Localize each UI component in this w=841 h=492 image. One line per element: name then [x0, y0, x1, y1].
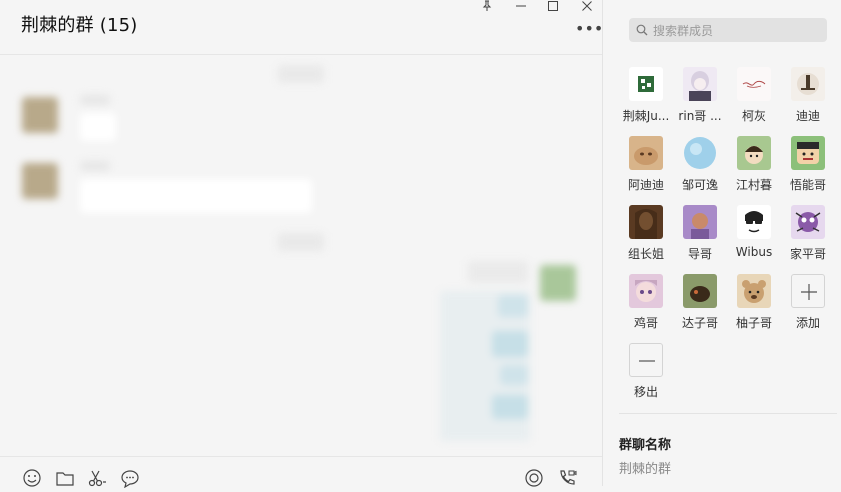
member-item[interactable]: 邹可逸: [673, 136, 727, 200]
message-list: [0, 55, 602, 455]
member-name: 达子哥: [681, 316, 718, 330]
member-name: 鸡哥: [633, 316, 658, 330]
minus-icon: [629, 343, 663, 377]
member-name: 悟能哥: [789, 178, 826, 192]
avatar: [737, 136, 771, 170]
member-item[interactable]: 迪迪: [781, 67, 835, 131]
minimize-icon[interactable]: [510, 0, 532, 14]
member-item[interactable]: Wibus: [727, 205, 781, 269]
group-name-label: 群聊名称: [619, 438, 672, 453]
member-search-input[interactable]: 搜索群成员: [629, 18, 827, 42]
avatar: [683, 274, 717, 308]
search-icon: [636, 24, 648, 36]
maximize-icon[interactable]: [542, 0, 564, 14]
avatar: [737, 205, 771, 239]
member-name: 荆棘Ju...: [622, 109, 670, 123]
member-item[interactable]: 柚子哥: [727, 274, 781, 338]
search-placeholder: 搜索群成员: [653, 24, 714, 38]
member-name: 邹可逸: [681, 178, 718, 192]
member-item[interactable]: 导哥: [673, 205, 727, 269]
chat-toolbar: [0, 456, 602, 489]
more-options-icon[interactable]: •••: [575, 21, 603, 38]
avatar: [683, 67, 717, 101]
member-name: 组长姐: [627, 247, 664, 261]
section-divider: [619, 413, 837, 414]
member-name: rin哥 ...: [678, 109, 722, 123]
call-icon[interactable]: [557, 468, 577, 488]
member-name: 柚子哥: [735, 316, 772, 330]
member-item[interactable]: 达子哥: [673, 274, 727, 338]
avatar: [629, 67, 663, 101]
avatar: [737, 67, 771, 101]
avatar: [737, 274, 771, 308]
member-name: 导哥: [687, 247, 712, 261]
member-item[interactable]: 家平哥: [781, 205, 835, 269]
chat-header: 荆棘的群 (15) •••: [0, 0, 603, 55]
member-name: 迪迪: [795, 109, 820, 123]
member-item[interactable]: 江村暮: [727, 136, 781, 200]
avatar: [629, 274, 663, 308]
emoji-icon[interactable]: [22, 468, 42, 488]
scissors-icon[interactable]: [87, 468, 107, 488]
add-member-label: 添加: [795, 316, 820, 330]
member-name: Wibus: [735, 245, 773, 259]
close-icon[interactable]: [576, 0, 598, 14]
pin-icon[interactable]: [476, 0, 498, 14]
member-item[interactable]: 组长姐: [619, 205, 673, 269]
avatar: [791, 136, 825, 170]
member-name: 家平哥: [789, 247, 826, 261]
folder-icon[interactable]: [55, 468, 75, 488]
avatar: [791, 205, 825, 239]
avatar: [683, 205, 717, 239]
remove-member-label: 移出: [633, 385, 658, 399]
avatar: [791, 67, 825, 101]
group-name-value[interactable]: 荆棘的群: [619, 458, 671, 477]
chat-bubble-icon[interactable]: [120, 468, 140, 489]
member-item[interactable]: 鸡哥: [619, 274, 673, 338]
chat-pane: 荆棘的群 (15) •••: [0, 0, 603, 489]
live-icon[interactable]: [524, 468, 544, 488]
member-item[interactable]: 阿迪迪: [619, 136, 673, 200]
remove-member-button[interactable]: 移出: [619, 343, 673, 407]
add-member-button[interactable]: 添加: [781, 274, 835, 338]
member-panel: 搜索群成员 荆棘Ju... rin哥 ... 柯灰 迪迪 阿迪迪 邹可逸 江村暮…: [603, 0, 841, 486]
avatar: [683, 136, 717, 170]
avatar: [629, 136, 663, 170]
plus-icon: [791, 274, 825, 308]
member-item[interactable]: 柯灰: [727, 67, 781, 131]
member-item[interactable]: 荆棘Ju...: [619, 67, 673, 131]
member-name: 柯灰: [741, 109, 766, 123]
chat-title: 荆棘的群 (15): [21, 15, 138, 36]
member-name: 阿迪迪: [627, 178, 664, 192]
member-name: 江村暮: [735, 178, 772, 192]
member-item[interactable]: rin哥 ...: [673, 67, 727, 131]
member-item[interactable]: 悟能哥: [781, 136, 835, 200]
avatar: [629, 205, 663, 239]
